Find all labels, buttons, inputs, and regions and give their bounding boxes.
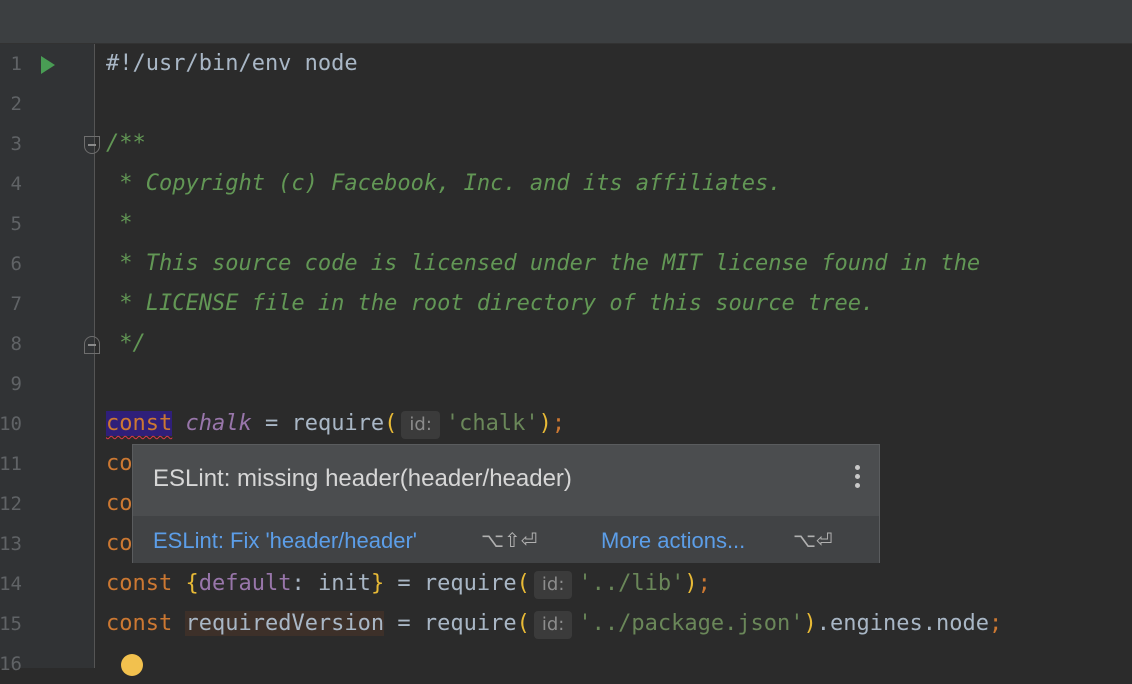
code-text: co bbox=[106, 490, 133, 518]
fold-icon[interactable] bbox=[84, 336, 100, 354]
code-comment: * bbox=[106, 211, 133, 236]
paren-close: ) bbox=[803, 611, 817, 636]
line-number: 12 bbox=[0, 493, 22, 515]
string-literal: '../lib' bbox=[578, 571, 685, 596]
code-line-1[interactable]: 1 #!/usr/bin/env node bbox=[0, 44, 1132, 84]
line-number: 8 bbox=[10, 333, 22, 355]
editor-tab-bar bbox=[0, 0, 1132, 44]
more-actions-shortcut: ⌥⏎ bbox=[793, 528, 833, 552]
line-number: 4 bbox=[10, 173, 22, 195]
parameter-hint: id: bbox=[533, 611, 573, 639]
line-number: 11 bbox=[0, 453, 22, 475]
paren-close: ) bbox=[684, 571, 698, 596]
code-line-8[interactable]: 8 */ bbox=[0, 324, 1132, 364]
code-text: const requiredVersion = require(id: '../p… bbox=[106, 610, 1002, 639]
parameter-hint: id: bbox=[533, 571, 573, 599]
destructure-text: : init bbox=[291, 571, 371, 596]
code-comment: /** bbox=[106, 131, 146, 156]
more-actions-link[interactable]: More actions... bbox=[601, 528, 745, 554]
paren-open: ( bbox=[384, 411, 398, 436]
code-line-7[interactable]: 7 * LICENSE file in the root directory o… bbox=[0, 284, 1132, 324]
brace-close: } bbox=[370, 571, 385, 596]
code-comment: */ bbox=[106, 331, 146, 356]
fix-shortcut: ⌥⇧⏎ bbox=[481, 528, 538, 552]
member-access: .engines.node bbox=[816, 611, 989, 636]
line-number: 7 bbox=[10, 293, 22, 315]
code-line-14[interactable]: 14 const {default: init} = require(id: '.… bbox=[0, 564, 1132, 604]
fix-header-action[interactable]: ESLint: Fix 'header/header' bbox=[153, 528, 417, 554]
line-number: 1 bbox=[10, 53, 22, 75]
keyword-const: const bbox=[106, 571, 173, 596]
popup-actions-bar: ESLint: Fix 'header/header' ⌥⇧⏎ More act… bbox=[133, 516, 879, 563]
code-text: co bbox=[106, 450, 133, 478]
line-number: 6 bbox=[10, 253, 22, 275]
lightbulb-icon[interactable] bbox=[121, 654, 143, 676]
variable-required-version[interactable]: requiredVersion bbox=[185, 611, 385, 636]
keyword-const-highlighted[interactable]: const bbox=[106, 411, 173, 436]
line-number: 13 bbox=[0, 533, 22, 555]
code-comment: * LICENSE file in the root directory of … bbox=[106, 291, 875, 316]
keyword-partial: co bbox=[106, 531, 133, 556]
string-literal: 'chalk' bbox=[445, 411, 539, 436]
semicolon: ; bbox=[551, 411, 566, 436]
line-number: 14 bbox=[0, 573, 22, 595]
keyword-const: const bbox=[106, 611, 173, 636]
keyword-partial: co bbox=[106, 491, 133, 516]
code-text: #!/usr/bin/env node bbox=[106, 51, 358, 76]
code-text: const {default: init} = require(id: '../l… bbox=[106, 570, 711, 599]
operator-text: = require bbox=[384, 611, 517, 636]
popup-title: ESLint: missing header(header/header) bbox=[153, 465, 572, 492]
string-literal: '../package.json' bbox=[578, 611, 804, 636]
code-text: const chalk = require(id:'chalk'); bbox=[106, 410, 565, 439]
semicolon: ; bbox=[697, 571, 711, 596]
line-number: 15 bbox=[0, 613, 22, 635]
parameter-hint: id: bbox=[401, 411, 440, 439]
fold-icon[interactable] bbox=[84, 136, 100, 154]
line-number: 3 bbox=[10, 133, 22, 155]
code-line-4[interactable]: 4 * Copyright (c) Facebook, Inc. and its… bbox=[0, 164, 1132, 204]
paren-open: ( bbox=[516, 611, 530, 636]
semicolon: ; bbox=[988, 611, 1003, 636]
operator-text: = require bbox=[251, 411, 385, 436]
eslint-popup: ESLint: missing header(header/header) ES… bbox=[132, 444, 880, 563]
line-number: 16 bbox=[0, 653, 22, 675]
code-line-2[interactable]: 2 bbox=[0, 84, 1132, 124]
code-line-3[interactable]: 3 /** bbox=[0, 124, 1132, 164]
code-line-6[interactable]: 6 * This source code is licensed under t… bbox=[0, 244, 1132, 284]
property-default: default bbox=[198, 571, 292, 596]
line-number: 2 bbox=[10, 93, 22, 115]
paren-close: ) bbox=[538, 411, 552, 436]
code-line-10[interactable]: 10 const chalk = require(id:'chalk'); bbox=[0, 404, 1132, 444]
code-line-9[interactable]: 9 bbox=[0, 364, 1132, 404]
code-comment: * Copyright (c) Facebook, Inc. and its a… bbox=[106, 171, 782, 196]
brace-open: { bbox=[185, 571, 199, 596]
code-line-5[interactable]: 5 * bbox=[0, 204, 1132, 244]
run-icon[interactable] bbox=[41, 56, 55, 74]
keyword-partial: co bbox=[106, 451, 133, 476]
code-line-15[interactable]: 15 const requiredVersion = require(id: '.… bbox=[0, 604, 1132, 644]
code-comment: * This source code is licensed under the… bbox=[106, 251, 981, 276]
more-vertical-icon[interactable] bbox=[855, 465, 861, 491]
line-number: 10 bbox=[0, 413, 22, 435]
paren-open: ( bbox=[516, 571, 530, 596]
code-line-16[interactable]: 16 bbox=[0, 644, 1132, 684]
variable-name: chalk bbox=[185, 411, 252, 436]
line-number: 5 bbox=[10, 213, 22, 235]
line-number: 9 bbox=[10, 373, 22, 395]
code-text: co bbox=[106, 530, 133, 558]
operator-text: = require bbox=[384, 571, 517, 596]
